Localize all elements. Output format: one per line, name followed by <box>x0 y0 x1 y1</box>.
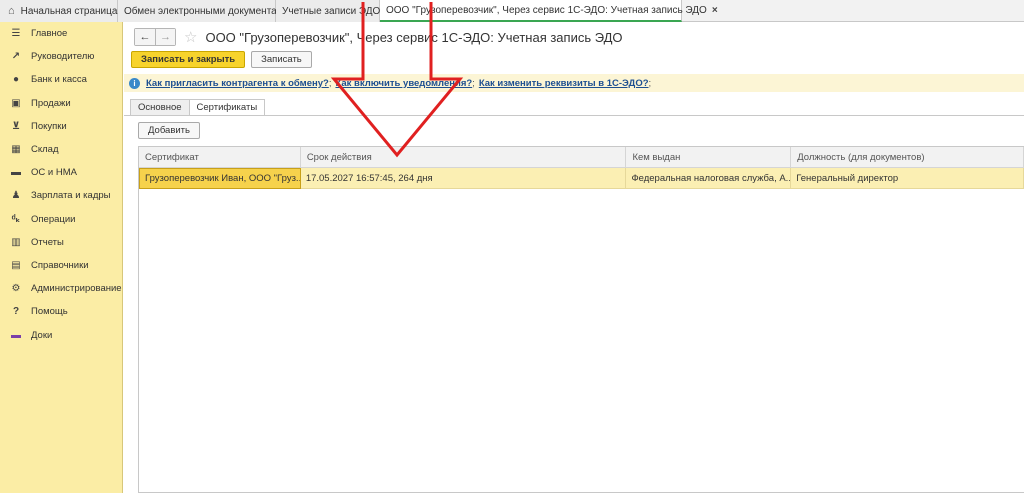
tab-edo-exchange[interactable]: Обмен электронными документами × <box>118 0 300 22</box>
warehouse-icon: ▦ <box>11 144 21 156</box>
certificates-table: Сертификат Срок действия Кем выдан Должн… <box>138 146 1024 493</box>
tab-label: Учетные записи ЭДО <box>282 5 381 17</box>
tab-label: Начальная страница <box>20 5 118 17</box>
form-tabs: Основное Сертификаты <box>130 99 266 116</box>
tab-edo-account-record[interactable]: ООО "Грузоперевозчик", Через сервис 1С-Э… <box>380 0 718 22</box>
table-row[interactable]: Грузоперевозчик Иван, ООО "Груз... 17.05… <box>139 168 1024 189</box>
tab-label: ООО "Грузоперевозчик", Через сервис 1С-Э… <box>386 4 707 16</box>
sidebar-item-docs[interactable]: ▬ Доки <box>0 323 122 346</box>
question-icon: ? <box>12 306 20 318</box>
tab-label: Обмен электронными документами <box>124 5 290 17</box>
main-content: ← → ☆ ООО "Грузоперевозчик", Через серви… <box>124 22 1024 493</box>
operations-icon: ᵈₖ <box>11 213 21 225</box>
link-change-requisites[interactable]: Как изменить реквизиты в 1С-ЭДО? <box>479 78 649 89</box>
separator: ; <box>328 77 332 89</box>
sidebar-item-label: Руководителю <box>31 51 95 63</box>
sidebar-item-label: Склад <box>31 144 59 156</box>
back-arrow-icon[interactable]: ← <box>135 29 155 45</box>
menu-icon: ☰ <box>11 28 21 40</box>
page-title: ООО "Грузоперевозчик", Через сервис 1С-Э… <box>205 29 623 45</box>
sidebar-item-warehouse[interactable]: ▦ Склад <box>0 138 122 161</box>
book-icon: ▤ <box>11 259 21 271</box>
link-enable-notifications[interactable]: Как включить уведомления? <box>335 78 472 89</box>
tab-bar: ⌂ Начальная страница Обмен электронными … <box>0 0 1024 22</box>
sidebar-item-label: Главное <box>31 28 68 40</box>
sidebar-item-label: ОС и НМА <box>31 167 77 179</box>
trend-icon: ↗ <box>11 51 21 63</box>
column-header-issued-by[interactable]: Кем выдан <box>626 147 792 168</box>
form-header: ← → ☆ ООО "Грузоперевозчик", Через серви… <box>134 28 623 46</box>
column-header-certificate[interactable]: Сертификат <box>139 147 301 168</box>
sidebar-item-operations[interactable]: ᵈₖ Операции <box>0 208 122 231</box>
sidebar-item-bank[interactable]: ● Банк и касса <box>0 68 122 91</box>
sidebar-item-purchases[interactable]: ⊻ Покупки <box>0 115 122 138</box>
sidebar: ☰ Главное ↗ Руководителю ● Банк и касса ▣ Пр… <box>0 22 123 493</box>
cell-issued-by[interactable]: Федеральная налоговая служба, А... <box>626 168 792 189</box>
cell-position[interactable]: Генеральный директор <box>791 168 1024 189</box>
link-invite-counterparty[interactable]: Как пригласить контрагента к обмену? <box>146 78 329 89</box>
truck-icon: ▬ <box>11 167 21 179</box>
doc-icon: ▬ <box>11 329 21 341</box>
close-icon[interactable]: × <box>712 5 718 16</box>
sidebar-item-label: Покупки <box>31 120 67 132</box>
add-button[interactable]: Добавить <box>138 122 200 139</box>
tab-main[interactable]: Основное <box>130 99 190 116</box>
info-icon: i <box>129 77 140 89</box>
sidebar-item-label: Отчеты <box>31 236 64 248</box>
save-button[interactable]: Записать <box>251 51 312 68</box>
cell-validity[interactable]: 17.05.2027 16:57:45, 264 дня <box>301 168 627 189</box>
nav-buttons: ← → <box>134 28 176 46</box>
favorite-star-icon[interactable]: ☆ <box>184 28 197 46</box>
cart-icon: ⊻ <box>11 120 21 132</box>
table-header: Сертификат Срок действия Кем выдан Должн… <box>139 147 1024 168</box>
sidebar-item-label: Зарплата и кадры <box>31 190 111 202</box>
sidebar-item-main[interactable]: ☰ Главное <box>0 22 122 45</box>
sidebar-item-reports[interactable]: ▥ Отчеты <box>0 231 122 254</box>
column-header-validity[interactable]: Срок действия <box>301 147 627 168</box>
sidebar-item-directories[interactable]: ▤ Справочники <box>0 254 122 277</box>
toolbar: Записать и закрыть Записать <box>131 51 312 68</box>
sidebar-item-label: Справочники <box>31 259 89 271</box>
gear-icon: ⚙ <box>11 283 21 295</box>
save-and-close-button[interactable]: Записать и закрыть <box>131 51 246 68</box>
home-icon: ⌂ <box>8 5 15 17</box>
separator: ; <box>472 77 475 89</box>
forward-arrow-icon[interactable]: → <box>155 29 175 45</box>
sidebar-item-help[interactable]: ? Помощь <box>0 300 122 323</box>
sidebar-item-label: Администрирование <box>31 283 122 295</box>
sidebar-item-sales[interactable]: ▣ Продажи <box>0 92 122 115</box>
sidebar-item-assets[interactable]: ▬ ОС и НМА <box>0 161 122 184</box>
separator: ; <box>648 77 652 89</box>
people-icon: ♟ <box>11 190 21 202</box>
column-header-position[interactable]: Должность (для документов) <box>791 147 1024 168</box>
tab-home[interactable]: ⌂ Начальная страница <box>0 0 118 22</box>
sidebar-item-label: Операции <box>31 213 76 225</box>
sidebar-item-salary[interactable]: ♟ Зарплата и кадры <box>0 184 122 207</box>
sidebar-item-manager[interactable]: ↗ Руководителю <box>0 45 122 68</box>
sidebar-item-label: Продажи <box>31 97 71 109</box>
info-bar: i Как пригласить контрагента к обмену?; … <box>124 74 1024 92</box>
cell-certificate[interactable]: Грузоперевозчик Иван, ООО "Груз... <box>139 168 301 189</box>
coin-icon: ● <box>12 74 20 86</box>
tab-certificates[interactable]: Сертификаты <box>188 99 266 116</box>
bar-chart-icon: ▥ <box>11 236 21 248</box>
divider <box>124 115 1024 116</box>
tab-edo-accounts[interactable]: Учетные записи ЭДО × <box>276 0 391 22</box>
sidebar-item-label: Банк и касса <box>31 74 87 86</box>
sidebar-item-label: Помощь <box>31 306 68 318</box>
bag-icon: ▣ <box>11 97 21 109</box>
sidebar-item-label: Доки <box>31 329 53 341</box>
sidebar-item-admin[interactable]: ⚙ Администрирование <box>0 277 122 300</box>
